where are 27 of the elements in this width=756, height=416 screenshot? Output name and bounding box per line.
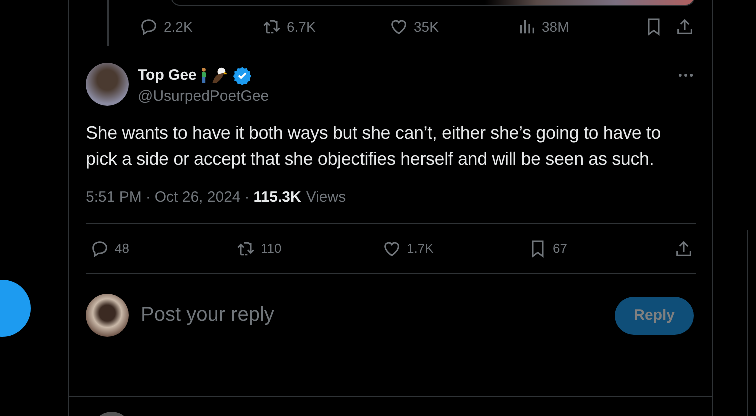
action-count: 110 bbox=[261, 241, 282, 256]
avatar[interactable] bbox=[86, 63, 129, 106]
reply-icon[interactable] bbox=[139, 17, 159, 37]
views-count: 115.3K bbox=[254, 189, 302, 206]
person-icon bbox=[200, 67, 208, 84]
share-icon[interactable] bbox=[675, 17, 695, 37]
user-handle[interactable]: @UsurpedPoetGee bbox=[138, 88, 270, 105]
action-count: 2.2K bbox=[164, 19, 193, 35]
separator-dot: · bbox=[244, 189, 250, 206]
post-time[interactable]: 5:51 PM bbox=[86, 189, 142, 206]
eagle-icon bbox=[210, 67, 228, 84]
avatar[interactable] bbox=[86, 294, 129, 337]
action-count: 67 bbox=[553, 241, 568, 256]
action-count: 1.7K bbox=[407, 241, 434, 256]
separator-dot: · bbox=[146, 189, 151, 206]
share-icon[interactable] bbox=[674, 238, 694, 258]
views-label: Views bbox=[306, 189, 346, 206]
thread-line bbox=[107, 0, 109, 46]
action-count: 6.7K bbox=[287, 19, 316, 35]
action-count: 35K bbox=[414, 19, 439, 35]
display-name[interactable]: Top Gee bbox=[138, 67, 197, 84]
post-date[interactable]: Oct 26, 2024 bbox=[154, 189, 241, 206]
tweet-text: She wants to have it both ways but she can’t, either she’s going to have to pick a side or accept that she objectifies herself and will be seen as such. bbox=[86, 122, 662, 171]
action-count: 38M bbox=[542, 19, 570, 35]
more-icon[interactable] bbox=[678, 73, 694, 78]
reply-icon[interactable] bbox=[90, 238, 110, 258]
action-count: 48 bbox=[115, 241, 130, 256]
